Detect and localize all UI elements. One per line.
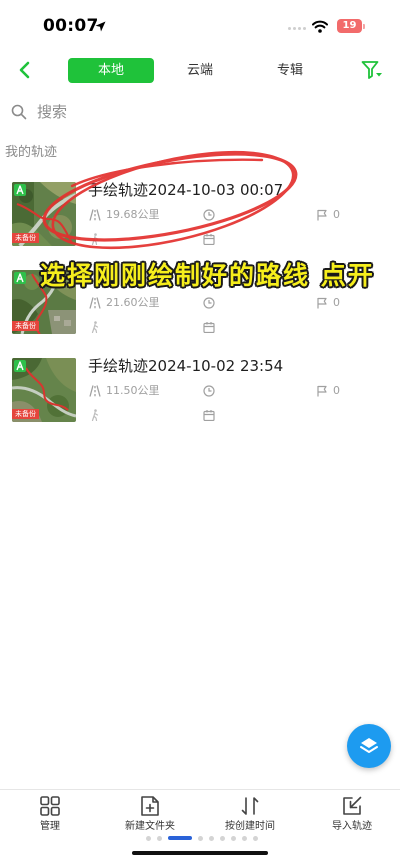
layers-button[interactable] [347, 724, 391, 768]
track-list-item[interactable]: 未备份 21.60公里 0 [0, 266, 400, 348]
flag-icon [316, 385, 328, 397]
track-distance: 21.60公里 [106, 296, 160, 309]
page-indicator [146, 835, 258, 841]
flag-icon [316, 209, 328, 221]
track-points: 0 [333, 208, 340, 221]
track-title: 手绘轨迹2024-10-02 23:54 [88, 357, 284, 375]
clock-icon [203, 209, 215, 221]
filter-icon [361, 60, 383, 80]
backup-status-badge: 未备份 [12, 233, 39, 243]
track-thumbnail: 未备份 [12, 270, 76, 334]
track-list-item[interactable]: 未备份 手绘轨迹2024-10-03 00:07 19.68公里 0 [0, 178, 400, 260]
battery-indicator: 19 [337, 19, 362, 33]
page-dot [209, 835, 214, 841]
hand-drawn-badge-icon [14, 272, 26, 284]
search-bar[interactable]: 搜索 [0, 96, 400, 128]
walker-icon [89, 321, 101, 333]
import-track-label: 导入轨迹 [332, 821, 372, 832]
tab-cloud[interactable]: 云端 [156, 58, 244, 83]
import-icon [341, 795, 363, 817]
status-bar: 00:07 19 [0, 0, 400, 50]
sort-icon [239, 795, 261, 817]
home-indicator[interactable] [132, 851, 268, 855]
road-icon [89, 385, 101, 397]
manage-label: 管理 [40, 821, 60, 832]
hand-drawn-badge-icon [14, 184, 26, 196]
back-button[interactable] [12, 56, 38, 84]
page-dot [231, 835, 236, 841]
page-dot-active [168, 836, 192, 840]
flag-icon [316, 297, 328, 309]
location-arrow-icon [95, 21, 106, 32]
road-icon [89, 209, 101, 221]
hand-drawn-badge-icon [14, 360, 26, 372]
search-icon [11, 104, 27, 120]
road-icon [89, 297, 101, 309]
backup-status-badge: 未备份 [12, 321, 39, 331]
page-dot [242, 835, 247, 841]
layers-icon [357, 734, 381, 758]
track-points: 0 [333, 296, 340, 309]
bottom-toolbar: 管理 新建文件夹 按创建时间 导入轨迹 [0, 789, 400, 858]
page-dot [220, 835, 225, 841]
clock-icon [203, 385, 215, 397]
track-list-item[interactable]: 未备份 手绘轨迹2024-10-02 23:54 11.50公里 0 [0, 354, 400, 436]
cellular-signal-icon [288, 0, 310, 40]
tab-album[interactable]: 专辑 [246, 58, 334, 83]
new-folder-label: 新建文件夹 [125, 821, 175, 832]
walker-icon [89, 233, 101, 245]
status-time: 00:07 [43, 16, 99, 36]
page-dot [146, 835, 151, 841]
track-thumbnail: 未备份 [12, 182, 76, 246]
tab-local[interactable]: 本地 [68, 58, 154, 83]
import-track-button[interactable]: 导入轨迹 [302, 790, 400, 836]
filter-button[interactable] [358, 57, 386, 83]
calendar-icon [203, 233, 215, 245]
new-folder-button[interactable]: 新建文件夹 [100, 790, 200, 836]
track-thumbnail: 未备份 [12, 358, 76, 422]
search-input[interactable]: 搜索 [37, 102, 67, 122]
page-dot [157, 835, 162, 841]
section-title: 我的轨迹 [5, 145, 58, 160]
walker-icon [89, 409, 101, 421]
track-distance: 11.50公里 [106, 384, 160, 397]
track-points: 0 [333, 384, 340, 397]
page-dot [253, 835, 258, 841]
manage-button[interactable]: 管理 [0, 790, 100, 836]
track-distance: 19.68公里 [106, 208, 160, 221]
track-title: 手绘轨迹2024-10-03 00:07 [88, 181, 284, 199]
calendar-icon [203, 321, 215, 333]
chevron-left-icon [18, 61, 30, 79]
calendar-icon [203, 409, 215, 421]
page-dot [198, 835, 203, 841]
wifi-icon [312, 20, 328, 33]
sort-label: 按创建时间 [225, 821, 275, 832]
battery-nub [363, 24, 365, 29]
backup-status-badge: 未备份 [12, 409, 39, 419]
sort-button[interactable]: 按创建时间 [200, 790, 300, 836]
new-folder-icon [139, 795, 161, 817]
clock-icon [203, 297, 215, 309]
grid-icon [39, 795, 61, 817]
